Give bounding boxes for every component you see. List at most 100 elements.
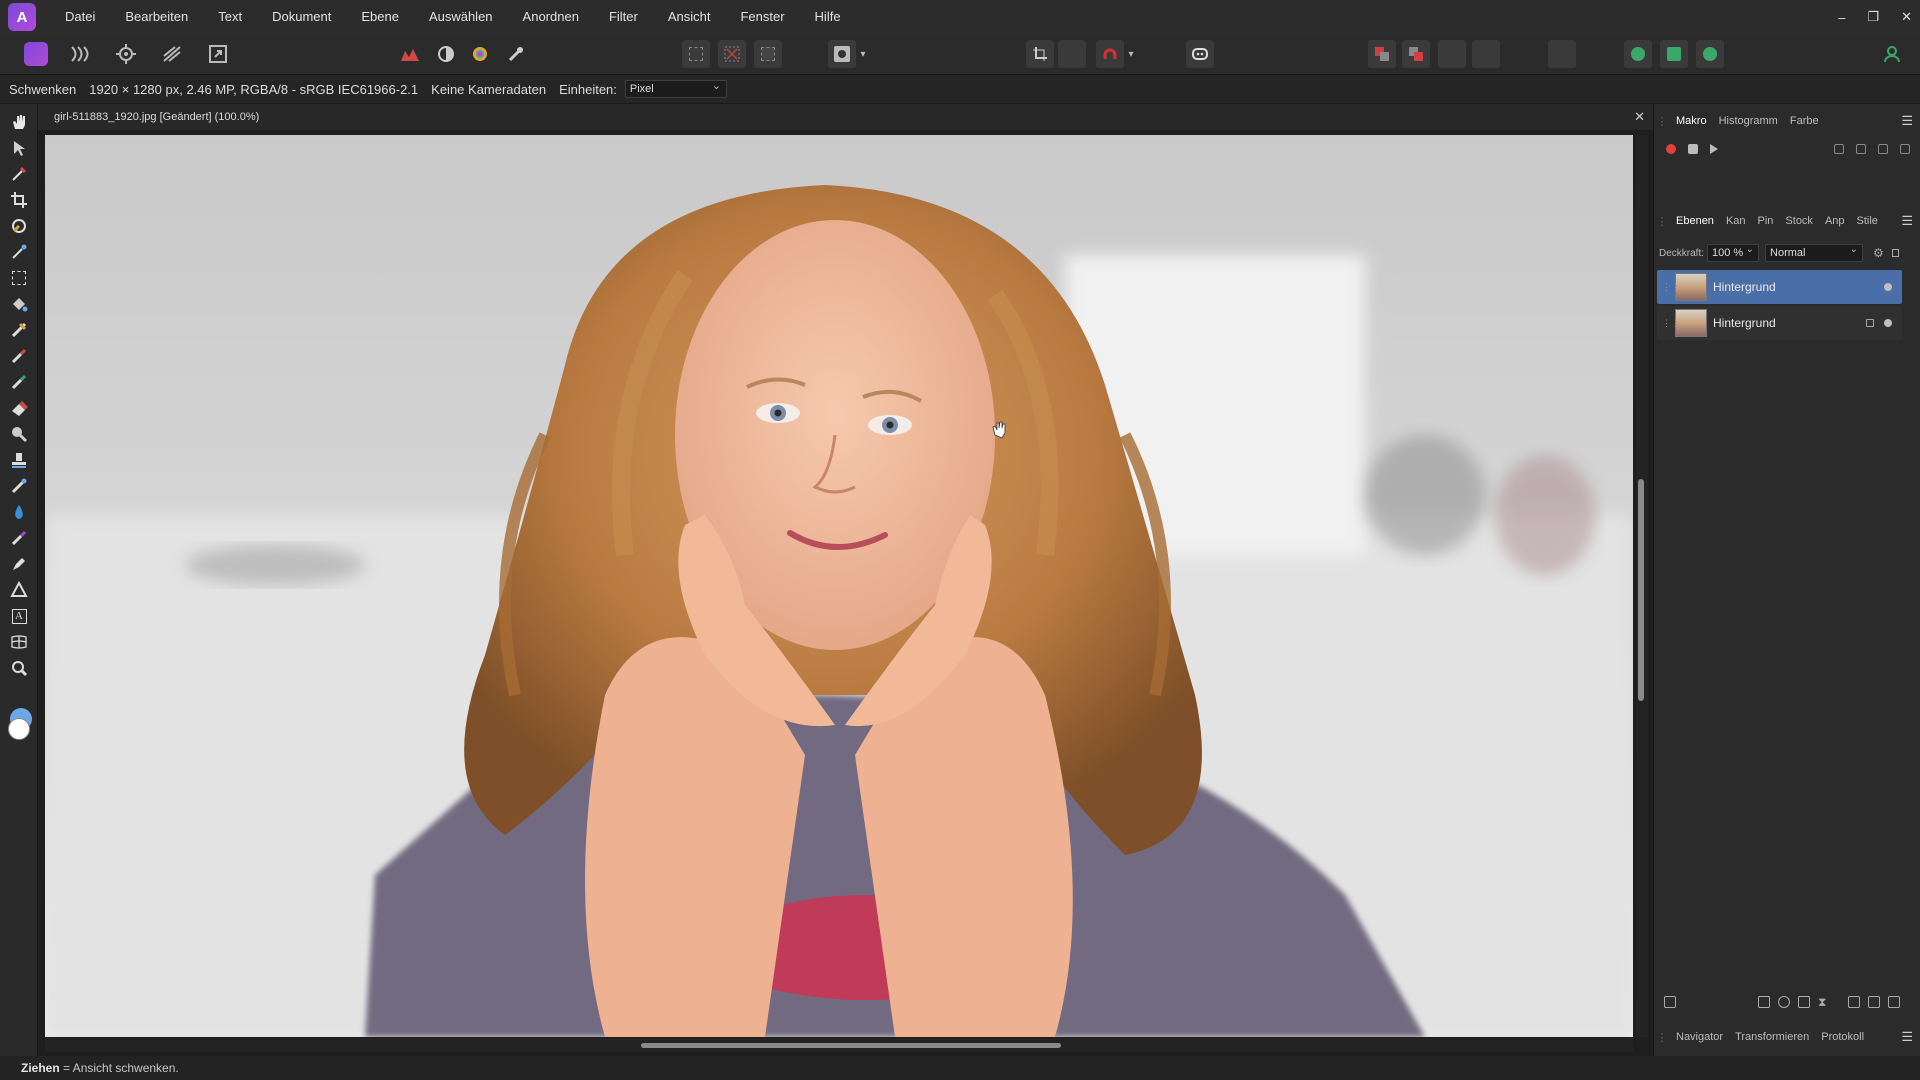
units-select[interactable]: Pixel	[624, 78, 727, 98]
eraser-icon[interactable]	[9, 398, 29, 418]
menu-auswaehlen[interactable]: Auswählen	[414, 0, 508, 34]
record-macro-icon[interactable]	[1666, 144, 1676, 154]
tab-protokoll[interactable]: Protokoll	[1815, 1031, 1870, 1043]
document-tab[interactable]: girl-511883_1920.jpg [Geändert] (100.0%)…	[38, 104, 1653, 130]
macro-import-icon[interactable]	[1878, 144, 1888, 154]
blur-icon[interactable]	[9, 502, 29, 522]
chevron-down-icon[interactable]: ▾	[1124, 40, 1138, 68]
selection-mode-new-icon[interactable]	[682, 40, 710, 68]
menu-anordnen[interactable]: Anordnen	[508, 0, 594, 34]
zoom-icon[interactable]	[9, 658, 29, 678]
macro-reset-icon[interactable]	[1834, 144, 1844, 154]
boolean-add-icon[interactable]	[1624, 40, 1652, 68]
macro-library-icon[interactable]	[1856, 144, 1866, 154]
menu-ansicht[interactable]: Ansicht	[653, 0, 726, 34]
menu-hilfe[interactable]: Hilfe	[800, 0, 856, 34]
color-picker-icon[interactable]	[9, 164, 29, 184]
paint-brush-icon[interactable]	[9, 346, 29, 366]
close-document-icon[interactable]: ✕	[1634, 104, 1645, 130]
menu-text[interactable]: Text	[203, 0, 257, 34]
menu-datei[interactable]: Datei	[50, 0, 110, 34]
selection-brush-icon[interactable]	[9, 216, 29, 236]
user-account-icon[interactable]	[1878, 40, 1906, 68]
pixel-brush-icon[interactable]	[9, 372, 29, 392]
hsl-icon[interactable]	[466, 40, 494, 68]
tab-pinsel[interactable]: Pin	[1752, 215, 1780, 227]
shape-icon[interactable]	[9, 580, 29, 600]
layer-drag-handle-icon[interactable]: ⋮⋮	[1662, 282, 1680, 293]
tab-kanaele[interactable]: Kan	[1720, 215, 1752, 227]
panel-grip-icon[interactable]: ⋮	[1654, 115, 1670, 128]
snapping-options-icon[interactable]	[1058, 40, 1086, 68]
align-icon[interactable]	[1548, 40, 1576, 68]
panel-menu-icon[interactable]: ☰	[1901, 113, 1913, 129]
delete-layer-icon[interactable]	[1888, 996, 1900, 1008]
live-filter-icon[interactable]	[1798, 996, 1810, 1008]
layer-row[interactable]: ⋮⋮ Hintergrund	[1657, 306, 1902, 340]
layer-drag-handle-icon[interactable]: ⋮⋮	[1662, 318, 1680, 329]
gear-icon[interactable]: ⚙	[1873, 246, 1884, 260]
arrange-front-icon[interactable]	[1402, 40, 1430, 68]
layer-visibility-icon[interactable]	[1884, 283, 1892, 291]
stop-macro-icon[interactable]	[1688, 144, 1698, 154]
tab-navigator[interactable]: Navigator	[1670, 1031, 1729, 1043]
menu-ebene[interactable]: Ebene	[346, 0, 414, 34]
group-layer-icon[interactable]	[1848, 996, 1860, 1008]
foreground-color-swatch[interactable]	[8, 718, 30, 740]
white-balance-icon[interactable]	[432, 40, 460, 68]
adjustment-layer-icon[interactable]	[1778, 996, 1790, 1008]
pen-icon[interactable]	[9, 554, 29, 574]
tab-makro[interactable]: Makro	[1670, 115, 1713, 127]
vertical-scroll-thumb[interactable]	[1638, 479, 1644, 701]
menu-bearbeiten[interactable]: Bearbeiten	[110, 0, 203, 34]
crop-icon[interactable]	[9, 190, 29, 210]
tab-transformieren[interactable]: Transformieren	[1729, 1031, 1815, 1043]
maximize-button[interactable]: ❐	[1867, 9, 1879, 25]
boolean-subtract-icon[interactable]	[1660, 40, 1688, 68]
layer-visibility-icon[interactable]	[1884, 319, 1892, 327]
marquee-icon[interactable]	[9, 268, 29, 288]
selection-clear-icon[interactable]	[718, 40, 746, 68]
text-icon[interactable]: A	[9, 606, 29, 626]
menu-fenster[interactable]: Fenster	[725, 0, 799, 34]
dodge-icon[interactable]	[9, 424, 29, 444]
photo-persona-icon[interactable]	[22, 40, 50, 68]
app-logo-icon[interactable]: A	[8, 3, 36, 31]
hand-icon[interactable]	[9, 112, 29, 132]
panel-grip-icon[interactable]: ⋮	[1654, 215, 1670, 228]
chevron-down-icon[interactable]: ▾	[856, 40, 870, 68]
develop-persona-icon[interactable]	[112, 40, 140, 68]
snapping-icon[interactable]	[1026, 40, 1054, 68]
tab-histogramm[interactable]: Histogramm	[1713, 115, 1784, 127]
tab-farbe[interactable]: Farbe	[1784, 115, 1825, 127]
levels-icon[interactable]	[396, 40, 424, 68]
play-macro-icon[interactable]	[1710, 144, 1718, 154]
tab-stile[interactable]: Stile	[1851, 215, 1884, 227]
smudge-icon[interactable]	[9, 528, 29, 548]
panel-grip-icon[interactable]: ⋮	[1654, 1031, 1670, 1044]
flood-fill-icon[interactable]	[9, 294, 29, 314]
boolean-intersect-icon[interactable]	[1696, 40, 1724, 68]
tone-mapping-persona-icon[interactable]	[158, 40, 186, 68]
minimize-button[interactable]: –	[1838, 10, 1845, 25]
vertical-scrollbar[interactable]	[1636, 135, 1648, 1037]
arrange-backward-icon[interactable]	[1472, 40, 1500, 68]
move-icon[interactable]	[9, 138, 29, 158]
layer-settings-icon[interactable]	[1664, 996, 1676, 1008]
close-window-button[interactable]: ✕	[1901, 9, 1912, 25]
selection-invert-icon[interactable]	[754, 40, 782, 68]
mask-layer-icon[interactable]	[1758, 996, 1770, 1008]
clone-icon[interactable]	[9, 450, 29, 470]
tab-stock[interactable]: Stock	[1779, 215, 1819, 227]
menu-dokument[interactable]: Dokument	[257, 0, 346, 34]
healing-icon[interactable]	[9, 476, 29, 496]
macro-export-icon[interactable]	[1900, 144, 1910, 154]
tab-anpassungen[interactable]: Anp	[1819, 215, 1851, 227]
magic-wand-icon[interactable]	[9, 242, 29, 262]
opacity-select[interactable]: 100 %	[1707, 242, 1760, 262]
hourglass-icon[interactable]: ⧗	[1818, 996, 1830, 1008]
magnet-icon[interactable]	[1096, 40, 1124, 68]
liquify-persona-icon[interactable]	[66, 40, 94, 68]
arrange-forward-icon[interactable]	[1438, 40, 1466, 68]
layer-row[interactable]: ⋮⋮ Hintergrund	[1657, 270, 1902, 304]
